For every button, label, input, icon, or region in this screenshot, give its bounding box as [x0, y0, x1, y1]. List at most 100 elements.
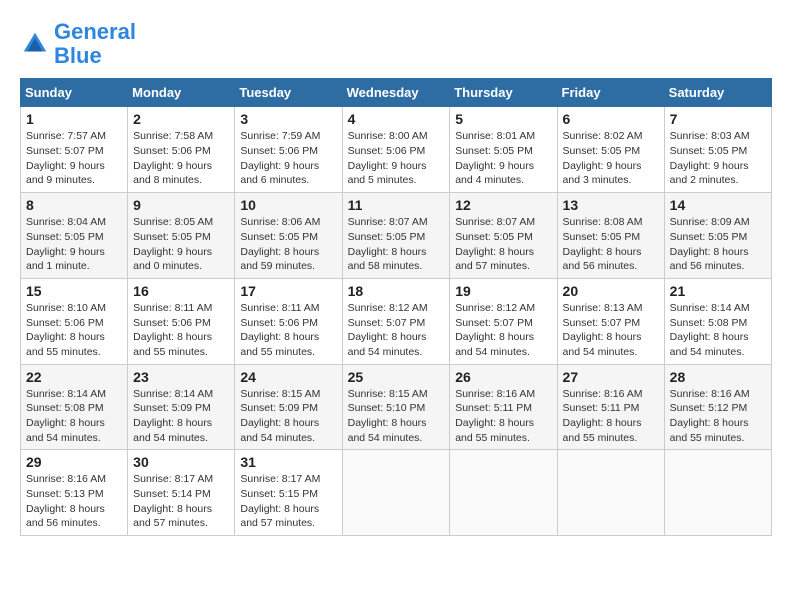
calendar-cell: 10Sunrise: 8:06 AM Sunset: 5:05 PM Dayli…: [235, 193, 342, 279]
calendar-week-row: 1Sunrise: 7:57 AM Sunset: 5:07 PM Daylig…: [21, 107, 772, 193]
day-info: Sunrise: 8:10 AM Sunset: 5:06 PM Dayligh…: [26, 301, 122, 360]
calendar-cell: 1Sunrise: 7:57 AM Sunset: 5:07 PM Daylig…: [21, 107, 128, 193]
calendar-cell: 9 Sunrise: 8:05 AM Sunset: 5:05 PM Daylig…: [128, 193, 235, 279]
day-info: Sunrise: 8:13 AM Sunset: 5:07 PM Dayligh…: [563, 301, 659, 360]
day-number: 14: [670, 197, 766, 213]
calendar-cell: 8 Sunrise: 8:04 AM Sunset: 5:05 PM Daylig…: [21, 193, 128, 279]
calendar-cell: 28 Sunrise: 8:16 AM Sunset: 5:12 PM Dayli…: [664, 364, 771, 450]
logo-icon: [20, 29, 50, 59]
day-info: Sunrise: 8:11 AM Sunset: 5:06 PM Dayligh…: [240, 301, 336, 360]
day-info: Sunrise: 8:12 AM Sunset: 5:07 PM Dayligh…: [348, 301, 445, 360]
calendar-cell: [450, 450, 557, 536]
calendar-cell: [557, 450, 664, 536]
day-info: Sunrise: 8:14 AM Sunset: 5:08 PM Dayligh…: [670, 301, 766, 360]
calendar-cell: [664, 450, 771, 536]
day-number: 9: [133, 197, 229, 213]
day-number: 3: [240, 111, 336, 127]
day-info: Sunrise: 8:14 AM Sunset: 5:09 PM Dayligh…: [133, 387, 229, 446]
day-number: 28: [670, 369, 766, 385]
day-info: Sunrise: 7:57 AM Sunset: 5:07 PM Dayligh…: [26, 129, 122, 188]
day-number: 21: [670, 283, 766, 299]
day-info: Sunrise: 8:05 AM Sunset: 5:05 PM Dayligh…: [133, 215, 229, 274]
day-info: Sunrise: 8:16 AM Sunset: 5:11 PM Dayligh…: [455, 387, 551, 446]
day-number: 23: [133, 369, 229, 385]
day-info: Sunrise: 8:09 AM Sunset: 5:05 PM Dayligh…: [670, 215, 766, 274]
calendar-cell: 25 Sunrise: 8:15 AM Sunset: 5:10 PM Dayli…: [342, 364, 450, 450]
calendar-cell: 20 Sunrise: 8:13 AM Sunset: 5:07 PM Dayli…: [557, 278, 664, 364]
calendar-cell: 6 Sunrise: 8:02 AM Sunset: 5:05 PM Daylig…: [557, 107, 664, 193]
day-number: 26: [455, 369, 551, 385]
calendar-cell: 11 Sunrise: 8:07 AM Sunset: 5:05 PM Dayli…: [342, 193, 450, 279]
calendar-cell: 3 Sunrise: 7:59 AM Sunset: 5:06 PM Daylig…: [235, 107, 342, 193]
day-info: Sunrise: 8:17 AM Sunset: 5:15 PM Dayligh…: [240, 472, 336, 531]
day-number: 29: [26, 454, 122, 470]
weekday-header: Tuesday: [235, 79, 342, 107]
day-number: 30: [133, 454, 229, 470]
calendar-table: SundayMondayTuesdayWednesdayThursdayFrid…: [20, 78, 772, 536]
weekday-header: Wednesday: [342, 79, 450, 107]
day-info: Sunrise: 8:14 AM Sunset: 5:08 PM Dayligh…: [26, 387, 122, 446]
day-number: 5: [455, 111, 551, 127]
calendar-cell: 12 Sunrise: 8:07 AM Sunset: 5:05 PM Dayli…: [450, 193, 557, 279]
day-info: Sunrise: 8:03 AM Sunset: 5:05 PM Dayligh…: [670, 129, 766, 188]
calendar-cell: 31 Sunrise: 8:17 AM Sunset: 5:15 PM Dayli…: [235, 450, 342, 536]
day-number: 24: [240, 369, 336, 385]
calendar-week-row: 22 Sunrise: 8:14 AM Sunset: 5:08 PM Dayli…: [21, 364, 772, 450]
day-number: 8: [26, 197, 122, 213]
calendar-cell: 26 Sunrise: 8:16 AM Sunset: 5:11 PM Dayli…: [450, 364, 557, 450]
calendar-week-row: 15 Sunrise: 8:10 AM Sunset: 5:06 PM Dayli…: [21, 278, 772, 364]
weekday-header: Thursday: [450, 79, 557, 107]
calendar-cell: 19 Sunrise: 8:12 AM Sunset: 5:07 PM Dayli…: [450, 278, 557, 364]
day-info: Sunrise: 8:15 AM Sunset: 5:09 PM Dayligh…: [240, 387, 336, 446]
day-info: Sunrise: 8:00 AM Sunset: 5:06 PM Dayligh…: [348, 129, 445, 188]
day-number: 31: [240, 454, 336, 470]
calendar-cell: 17 Sunrise: 8:11 AM Sunset: 5:06 PM Dayli…: [235, 278, 342, 364]
day-info: Sunrise: 7:58 AM Sunset: 5:06 PM Dayligh…: [133, 129, 229, 188]
day-info: Sunrise: 8:08 AM Sunset: 5:05 PM Dayligh…: [563, 215, 659, 274]
calendar-cell: 2 Sunrise: 7:58 AM Sunset: 5:06 PM Daylig…: [128, 107, 235, 193]
calendar-cell: 29 Sunrise: 8:16 AM Sunset: 5:13 PM Dayli…: [21, 450, 128, 536]
day-number: 2: [133, 111, 229, 127]
calendar-cell: 14 Sunrise: 8:09 AM Sunset: 5:05 PM Dayli…: [664, 193, 771, 279]
day-number: 15: [26, 283, 122, 299]
day-info: Sunrise: 8:04 AM Sunset: 5:05 PM Dayligh…: [26, 215, 122, 274]
calendar-cell: 21 Sunrise: 8:14 AM Sunset: 5:08 PM Dayli…: [664, 278, 771, 364]
day-number: 4: [348, 111, 445, 127]
day-info: Sunrise: 8:02 AM Sunset: 5:05 PM Dayligh…: [563, 129, 659, 188]
day-info: Sunrise: 8:17 AM Sunset: 5:14 PM Dayligh…: [133, 472, 229, 531]
day-info: Sunrise: 8:01 AM Sunset: 5:05 PM Dayligh…: [455, 129, 551, 188]
calendar-week-row: 29 Sunrise: 8:16 AM Sunset: 5:13 PM Dayli…: [21, 450, 772, 536]
day-number: 27: [563, 369, 659, 385]
day-info: Sunrise: 8:16 AM Sunset: 5:13 PM Dayligh…: [26, 472, 122, 531]
weekday-header: Monday: [128, 79, 235, 107]
day-number: 20: [563, 283, 659, 299]
day-number: 19: [455, 283, 551, 299]
calendar-cell: 18Sunrise: 8:12 AM Sunset: 5:07 PM Dayli…: [342, 278, 450, 364]
day-info: Sunrise: 7:59 AM Sunset: 5:06 PM Dayligh…: [240, 129, 336, 188]
calendar-cell: 16Sunrise: 8:11 AM Sunset: 5:06 PM Dayli…: [128, 278, 235, 364]
calendar-cell: 24 Sunrise: 8:15 AM Sunset: 5:09 PM Dayli…: [235, 364, 342, 450]
calendar-cell: 23 Sunrise: 8:14 AM Sunset: 5:09 PM Dayli…: [128, 364, 235, 450]
day-info: Sunrise: 8:07 AM Sunset: 5:05 PM Dayligh…: [455, 215, 551, 274]
calendar-cell: [342, 450, 450, 536]
calendar-cell: 5 Sunrise: 8:01 AM Sunset: 5:05 PM Daylig…: [450, 107, 557, 193]
calendar-cell: 22 Sunrise: 8:14 AM Sunset: 5:08 PM Dayli…: [21, 364, 128, 450]
day-number: 17: [240, 283, 336, 299]
day-number: 13: [563, 197, 659, 213]
day-number: 6: [563, 111, 659, 127]
day-info: Sunrise: 8:16 AM Sunset: 5:12 PM Dayligh…: [670, 387, 766, 446]
day-info: Sunrise: 8:15 AM Sunset: 5:10 PM Dayligh…: [348, 387, 445, 446]
weekday-header: Saturday: [664, 79, 771, 107]
calendar-cell: 30 Sunrise: 8:17 AM Sunset: 5:14 PM Dayli…: [128, 450, 235, 536]
calendar-cell: 15 Sunrise: 8:10 AM Sunset: 5:06 PM Dayli…: [21, 278, 128, 364]
day-number: 25: [348, 369, 445, 385]
day-info: Sunrise: 8:16 AM Sunset: 5:11 PM Dayligh…: [563, 387, 659, 446]
day-number: 12: [455, 197, 551, 213]
day-info: Sunrise: 8:07 AM Sunset: 5:05 PM Dayligh…: [348, 215, 445, 274]
day-info: Sunrise: 8:11 AM Sunset: 5:06 PM Dayligh…: [133, 301, 229, 360]
day-number: 22: [26, 369, 122, 385]
day-info: Sunrise: 8:12 AM Sunset: 5:07 PM Dayligh…: [455, 301, 551, 360]
day-number: 11: [348, 197, 445, 213]
weekday-header: Friday: [557, 79, 664, 107]
calendar-cell: 13 Sunrise: 8:08 AM Sunset: 5:05 PM Dayli…: [557, 193, 664, 279]
